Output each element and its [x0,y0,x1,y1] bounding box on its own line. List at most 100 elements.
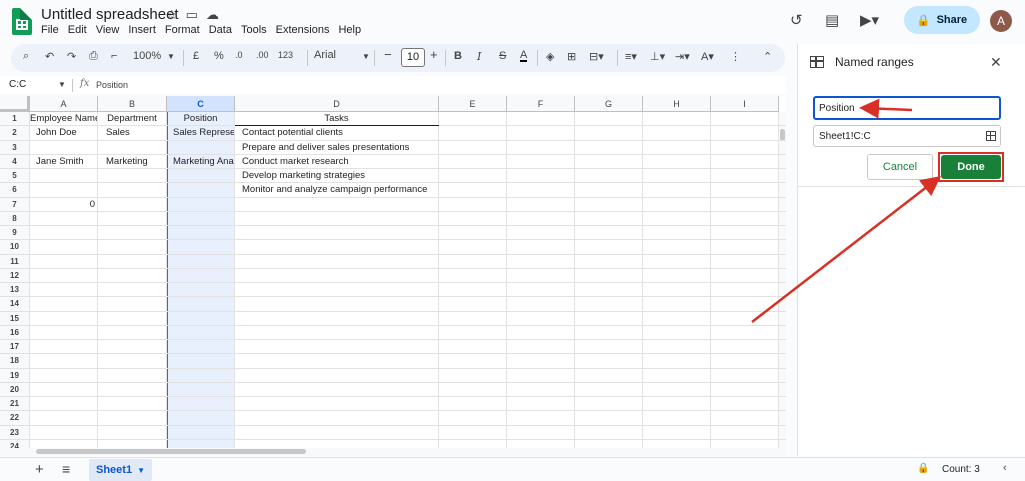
menu-file[interactable]: File [41,24,65,36]
document-title[interactable]: Untitled spreadsheet [41,6,179,23]
avatar[interactable]: A [990,10,1012,32]
cell-d1[interactable]: Tasks [235,112,438,126]
cell-b4[interactable]: Marketing [98,155,166,169]
merge-cells-icon[interactable]: ⊟▾ [589,50,604,63]
row-header-9[interactable]: 9 [0,226,30,241]
move-folder-icon[interactable]: ▭ [186,7,198,23]
column-header-a[interactable]: A [30,96,98,112]
cloud-status-icon[interactable]: ☁ [206,7,219,23]
row-header-14[interactable]: 14 [0,297,30,312]
column-header-e[interactable]: E [439,96,507,112]
row-header-4[interactable]: 4 [0,154,30,169]
vertical-scrollbar[interactable] [779,112,786,448]
cell-d6[interactable]: Monitor and analyze campaign performance [235,183,438,197]
menu-format[interactable]: Format [165,24,206,36]
cell-a7[interactable]: 0 [30,198,97,212]
select-all-corner[interactable] [0,96,30,112]
format-currency-button[interactable]: £ [193,50,199,62]
column-header-h[interactable]: H [643,96,711,112]
row-header-2[interactable]: 2 [0,126,30,141]
cancel-button[interactable]: Cancel [867,154,933,180]
chevron-left-icon[interactable]: ‹ [1003,462,1007,474]
horizontal-scrollbar[interactable] [0,448,786,456]
column-header-i[interactable]: I [711,96,779,112]
undo-icon[interactable]: ↶ [45,50,54,63]
increase-decimal-button[interactable]: .00 [256,50,269,60]
cell-a2[interactable]: John Doe [30,126,97,140]
horizontal-scroll-thumb[interactable] [36,449,306,454]
column-header-d[interactable]: D [235,96,439,112]
column-header-f[interactable]: F [507,96,575,112]
add-sheet-button[interactable]: + [35,461,44,478]
font-chevron-down-icon[interactable]: ▼ [362,52,370,61]
row-header-10[interactable]: 10 [0,240,30,255]
comments-icon[interactable]: ▤ [825,11,839,29]
more-formats-button[interactable]: 123 [278,50,293,60]
cell-d4[interactable]: Conduct market research [235,155,438,169]
fill-color-icon[interactable]: ◈ [546,50,554,63]
version-history-icon[interactable]: ↺ [790,11,803,29]
cell-d5[interactable]: Develop marketing strategies [235,169,438,183]
row-header-6[interactable]: 6 [0,183,30,198]
row-header-3[interactable]: 3 [0,140,30,155]
row-header-13[interactable]: 13 [0,283,30,298]
cell-a4[interactable]: Jane Smith [30,155,97,169]
menu-tools[interactable]: Tools [241,24,273,36]
zoom-chevron-down-icon[interactable]: ▼ [167,52,175,61]
format-percent-button[interactable]: % [214,50,224,62]
row-header-24[interactable]: 24 [0,439,30,448]
row-header-16[interactable]: 16 [0,325,30,340]
row-header-15[interactable]: 15 [0,311,30,326]
italic-icon[interactable]: I [477,50,481,63]
bold-icon[interactable]: B [454,50,462,62]
paint-format-icon[interactable]: ⌐ [111,50,117,62]
close-icon[interactable]: ✕ [990,54,1002,71]
cell-b1[interactable]: Department [98,112,166,126]
horizontal-align-icon[interactable]: ≡▾ [625,50,637,63]
font-size-input[interactable]: 10 [401,48,425,67]
hide-menus-chevron-up-icon[interactable]: ⌃ [763,50,772,63]
name-box-chevron-down-icon[interactable]: ▼ [58,80,66,89]
cell-c1[interactable]: Position [167,112,234,126]
row-header-23[interactable]: 23 [0,425,30,440]
done-button[interactable]: Done [941,155,1001,179]
range-reference-field[interactable]: Sheet1!C:C [813,125,1001,147]
sheets-logo-icon[interactable] [12,8,32,35]
row-header-19[interactable]: 19 [0,368,30,383]
column-header-b[interactable]: B [98,96,167,112]
row-header-21[interactable]: 21 [0,397,30,412]
column-header-g[interactable]: G [575,96,643,112]
star-icon[interactable]: ☆ [166,7,178,23]
row-header-20[interactable]: 20 [0,382,30,397]
more-options-icon[interactable]: ⋮ [730,50,741,63]
sheet-tab-chevron-down-icon[interactable]: ▼ [137,466,145,475]
meet-icon[interactable]: ▶▾ [860,11,879,29]
menu-edit[interactable]: Edit [68,24,93,36]
vertical-align-icon[interactable]: ⊥▾ [650,50,665,63]
row-header-11[interactable]: 11 [0,254,30,269]
cell-c2[interactable]: Sales Representative [167,126,234,140]
menu-view[interactable]: View [96,24,126,36]
sheet-tab-sheet1[interactable]: Sheet1 ▼ [89,459,152,481]
column-header-c[interactable]: C [167,96,235,112]
row-header-7[interactable]: 7 [0,197,30,212]
all-sheets-menu-icon[interactable]: ≡ [62,461,70,477]
cell-d3[interactable]: Prepare and deliver sales presentations [235,141,438,155]
text-wrapping-icon[interactable]: ⇥▾ [675,50,690,63]
name-box[interactable]: C:C [9,79,26,90]
cell-c4[interactable]: Marketing Analyst [167,155,234,169]
select-range-icon[interactable] [986,131,996,141]
cell-b2[interactable]: Sales [98,126,166,140]
menu-data[interactable]: Data [209,24,238,36]
row-header-12[interactable]: 12 [0,268,30,283]
decrease-font-size-button[interactable]: − [384,47,392,62]
strikethrough-icon[interactable]: S [499,50,506,62]
spreadsheet-grid[interactable]: A B C D E F G H I 1 2 3 4 5 6 7 8 9 10 11 12 13 14 15 16 17 18 19 20… [0,96,786,448]
cell-d2[interactable]: Contact potential clients [235,126,438,140]
cell-a1[interactable]: Employee Name [30,112,97,126]
menu-help[interactable]: Help [338,24,367,36]
borders-icon[interactable]: ⊞ [567,50,576,63]
row-header-5[interactable]: 5 [0,169,30,184]
row-header-17[interactable]: 17 [0,340,30,355]
menu-extensions[interactable]: Extensions [276,24,336,36]
